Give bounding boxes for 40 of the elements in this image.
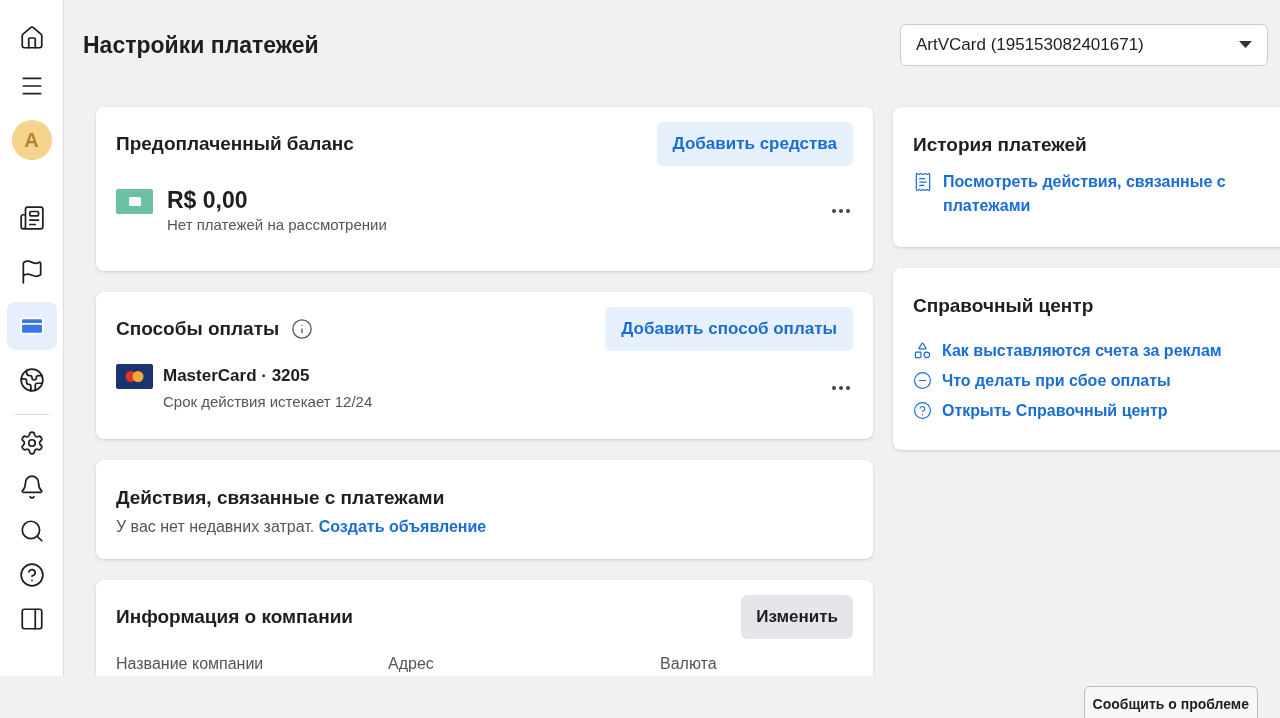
add-button[interactable]: Добавить средства bbox=[656, 122, 853, 166]
page-title: Настройки платежей bbox=[83, 30, 319, 60]
minus-circle-icon bbox=[913, 371, 932, 390]
card-title: Способы оплаты bbox=[116, 316, 280, 341]
account-select[interactable]: ArtVCard (195153082401671) bbox=[900, 24, 1268, 66]
help-link[interactable]: Как выставляются счета за реклам bbox=[942, 338, 1222, 363]
card-title: Предоплаченный баланс bbox=[116, 131, 354, 156]
column-label: Адрес bbox=[388, 654, 435, 674]
bell-icon bbox=[18, 474, 45, 500]
globe-icon bbox=[18, 367, 45, 393]
help-icon bbox=[18, 562, 45, 588]
balance-note: Нет платежей на рассмотрении bbox=[167, 215, 387, 235]
card-title: Справочный центр bbox=[913, 294, 1095, 318]
add-button[interactable]: Добавить способ оплаты bbox=[605, 307, 853, 351]
balance-amount: R$ 0,00 bbox=[167, 186, 249, 214]
help-link[interactable]: Что делать при сбое оплаты bbox=[942, 368, 1171, 393]
info-icon[interactable] bbox=[291, 318, 314, 340]
home-icon bbox=[18, 25, 45, 51]
activity-text: У вас нет недавних затрат. Создать объявление bbox=[116, 516, 488, 537]
card-title: Информация о компании bbox=[116, 604, 353, 629]
mastercard-icon bbox=[116, 364, 153, 389]
history-link[interactable]: Посмотреть действия, связанные с платежами bbox=[943, 169, 1273, 218]
shapes-icon bbox=[913, 341, 932, 360]
settings-icon bbox=[18, 430, 45, 456]
panel-icon bbox=[18, 606, 45, 632]
caret-icon bbox=[1239, 41, 1252, 49]
help-icon bbox=[913, 401, 932, 420]
card-title: Действия, связанные с платежами bbox=[116, 486, 446, 510]
create-ad-link[interactable]: Создать объявление bbox=[318, 517, 487, 535]
help-link[interactable]: Открыть Справочный центр bbox=[942, 398, 1168, 423]
report-problem-button[interactable]: Сообщить о проблеме bbox=[1083, 686, 1258, 718]
card-name: MasterCard · 3205 bbox=[163, 365, 311, 387]
column-label: Валюта bbox=[660, 654, 718, 674]
card-title: История платежей bbox=[913, 133, 1088, 157]
edit-button[interactable]: Изменить bbox=[741, 595, 853, 639]
wallet-icon bbox=[116, 189, 153, 214]
search-icon bbox=[18, 518, 45, 544]
card-expiry: Срок действия истекает 12/24 bbox=[163, 391, 373, 412]
receipt-icon bbox=[913, 171, 933, 192]
column-label: Название компании bbox=[116, 654, 265, 674]
